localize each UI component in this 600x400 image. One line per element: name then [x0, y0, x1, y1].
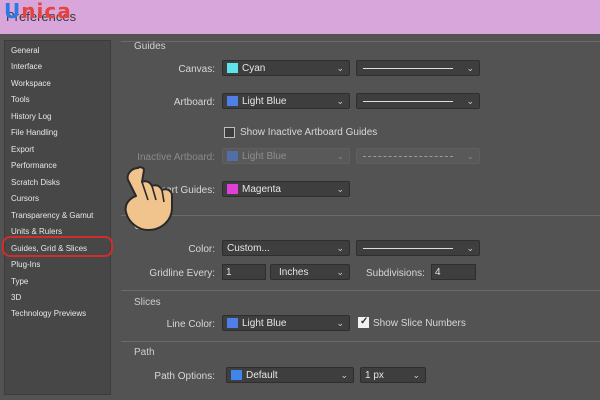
grid-color-label: Color:: [188, 244, 215, 255]
chevron-down-icon: ⌄: [466, 243, 474, 253]
path-divider: [121, 341, 600, 342]
solid-line-icon: [363, 67, 453, 69]
sidebar-item-tools[interactable]: Tools: [11, 95, 30, 104]
show-slice-numbers-label: Show Slice Numbers: [373, 318, 466, 329]
subdivisions-label: Subdivisions:: [366, 268, 425, 279]
chevron-down-icon: ⌄: [336, 267, 344, 277]
sidebar-item-plug-ins[interactable]: Plug-Ins: [11, 260, 40, 269]
solid-line-icon: [363, 100, 453, 102]
path-options-label: Path Options:: [154, 371, 215, 382]
path-options-value: Default: [246, 369, 278, 381]
slice-line-color-select[interactable]: Light Blue ⌄: [222, 315, 350, 331]
path-swatch: [231, 370, 242, 380]
chevron-down-icon: ⌄: [336, 318, 344, 328]
slices-divider: [121, 290, 600, 291]
hand-pointer-icon: [124, 166, 173, 231]
title-bar: Preferences: [0, 0, 600, 34]
chevron-down-icon: ⌄: [340, 370, 348, 380]
canvas-color-value: Cyan: [242, 62, 266, 74]
logo-letter-u: U: [4, 0, 22, 23]
sidebar-item-history-log[interactable]: History Log: [11, 112, 51, 121]
guides-section-title: Guides: [134, 41, 166, 52]
artboard-color-value: Light Blue: [242, 95, 287, 107]
sidebar-item-scratch-disks[interactable]: Scratch Disks: [11, 178, 60, 187]
sidebar-item-technology-previews[interactable]: Technology Previews: [11, 309, 86, 318]
inactive-artboard-style-select[interactable]: ⌄: [356, 148, 480, 164]
artboard-color-select[interactable]: Light Blue ⌄: [222, 93, 350, 109]
sidebar-item-interface[interactable]: Interface: [11, 62, 42, 71]
sidebar-item-performance[interactable]: Performance: [11, 161, 57, 170]
artboard-style-select[interactable]: ⌄: [356, 93, 480, 109]
logo-text: nica: [21, 0, 72, 23]
grid-color-value: Custom...: [227, 242, 270, 254]
slice-line-color-value: Light Blue: [242, 317, 287, 329]
sidebar-item-transparency-gamut[interactable]: Transparency & Gamut: [11, 211, 93, 220]
artboard-swatch: [227, 96, 238, 106]
canvas-color-select[interactable]: Cyan ⌄: [222, 60, 350, 76]
solid-line-icon: [363, 247, 453, 249]
smart-color-value: Magenta: [242, 183, 281, 195]
grid-style-select[interactable]: ⌄: [356, 240, 480, 256]
smart-swatch: [227, 184, 238, 194]
chevron-down-icon: ⌄: [336, 151, 344, 161]
show-slice-numbers-checkbox[interactable]: [358, 316, 369, 328]
dashed-line-icon: [363, 155, 453, 157]
path-width-value: 1 px: [365, 369, 384, 381]
gridline-every-label: Gridline Every:: [149, 268, 215, 279]
slice-swatch: [227, 318, 238, 328]
grid-units-value: Inches: [279, 266, 309, 278]
inactive-color-value: Light Blue: [242, 150, 287, 162]
path-section-title: Path: [134, 347, 155, 358]
subdivisions-input[interactable]: 4: [431, 264, 476, 280]
guides-divider: [121, 41, 600, 42]
unica-logo: Unica: [0, 0, 76, 23]
sidebar-item-general[interactable]: General: [11, 46, 39, 55]
sidebar-item-cursors[interactable]: Cursors: [11, 194, 39, 203]
chevron-down-icon: ⌄: [336, 63, 344, 73]
path-options-select[interactable]: Default ⌄: [226, 367, 354, 383]
inactive-artboard-color-select[interactable]: Light Blue ⌄: [222, 148, 350, 164]
grid-divider: [121, 215, 600, 216]
sidebar-item-type[interactable]: Type: [11, 277, 28, 286]
sidebar-item-3d[interactable]: 3D: [11, 293, 21, 302]
chevron-down-icon: ⌄: [336, 184, 344, 194]
artboard-label: Artboard:: [173, 97, 215, 108]
canvas-style-select[interactable]: ⌄: [356, 60, 480, 76]
grid-units-select[interactable]: Inches ⌄: [270, 264, 350, 280]
sidebar-item-file-handling[interactable]: File Handling: [11, 128, 58, 137]
canvas-swatch: [227, 63, 238, 73]
chevron-down-icon: ⌄: [336, 96, 344, 106]
chevron-down-icon: ⌄: [466, 96, 474, 106]
sidebar-item-units-rulers[interactable]: Units & Rulers: [11, 227, 62, 236]
sidebar-item-export[interactable]: Export: [11, 145, 34, 154]
chevron-down-icon: ⌄: [466, 151, 474, 161]
line-color-label: Line Color:: [166, 319, 215, 330]
smart-guides-color-select[interactable]: Magenta ⌄: [222, 181, 350, 197]
show-inactive-artboard-label: Show Inactive Artboard Guides: [240, 127, 378, 138]
grid-color-select[interactable]: Custom... ⌄: [222, 240, 350, 256]
chevron-down-icon: ⌄: [466, 63, 474, 73]
path-width-select[interactable]: 1 px ⌄: [360, 367, 426, 383]
chevron-down-icon: ⌄: [336, 243, 344, 253]
sidebar-item-workspace[interactable]: Workspace: [11, 79, 51, 88]
slices-section-title: Slices: [134, 297, 161, 308]
show-inactive-artboard-checkbox[interactable]: [224, 127, 235, 138]
preferences-sidebar: General Interface Workspace Tools Histor…: [4, 40, 111, 395]
canvas-label: Canvas:: [178, 64, 215, 75]
selected-item-highlight: [2, 236, 113, 257]
chevron-down-icon: ⌄: [412, 370, 420, 380]
inactive-swatch: [227, 151, 238, 161]
gridline-every-input[interactable]: 1: [222, 264, 266, 280]
